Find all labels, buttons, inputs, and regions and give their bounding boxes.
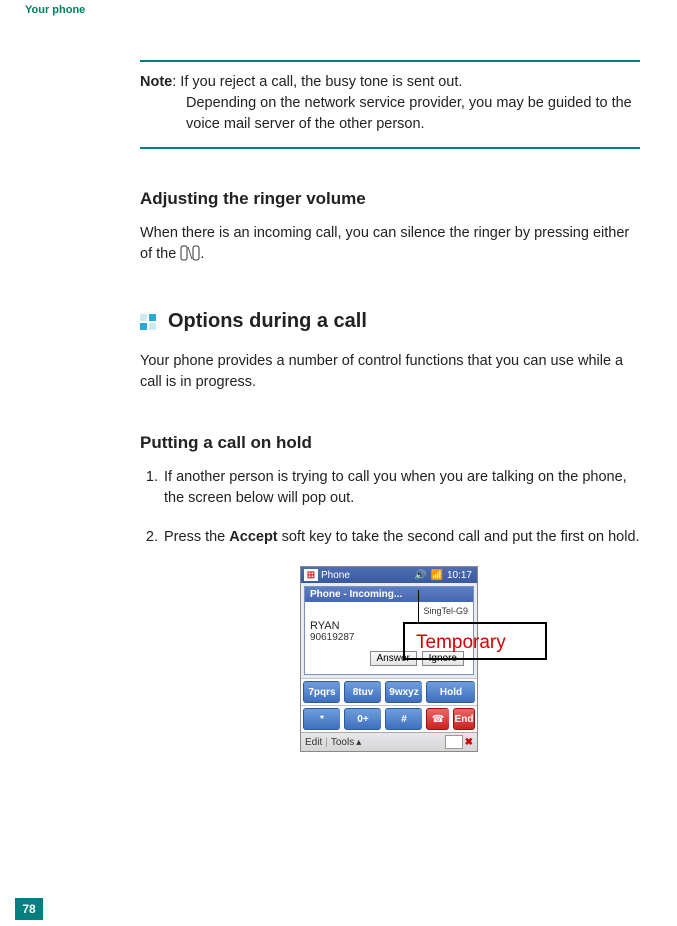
adjust-body-b: .: [200, 246, 204, 262]
note-label: Note: [140, 74, 172, 90]
menu-tools[interactable]: Tools: [331, 737, 354, 748]
step-1: If another person is trying to call you …: [162, 467, 640, 509]
heading-options: Options during a call: [168, 310, 367, 333]
options-body: Your phone provides a number of control …: [140, 351, 640, 393]
volume-keys-icon: [180, 245, 200, 268]
step-2: Press the Accept soft key to take the se…: [162, 527, 640, 548]
running-header: Your phone: [25, 4, 85, 16]
key-8[interactable]: 8tuv: [344, 681, 381, 703]
step2-a: Press the: [164, 529, 229, 545]
carrier-label: SingTel-G9: [310, 606, 468, 616]
key-hold[interactable]: Hold: [426, 681, 475, 703]
rule-top: [140, 60, 640, 62]
close-sip-icon[interactable]: ✖: [465, 737, 473, 748]
status-bar: ⊞ Phone 🔊 📶 10:17: [301, 567, 477, 583]
start-flag-icon: ⊞: [304, 569, 318, 581]
step2-accept: Accept: [229, 529, 277, 545]
key-end[interactable]: End: [453, 708, 475, 730]
callout-line: [418, 590, 419, 623]
key-hangup-icon[interactable]: ☎: [426, 708, 449, 730]
temporary-overlay-label: Temporary: [416, 632, 506, 654]
status-app-name: Phone: [321, 570, 350, 581]
adjust-body-a: When there is an incoming call, you can …: [140, 225, 629, 262]
keypad-row-2: * 0+ # ☎ End: [301, 705, 477, 732]
heading-hold: Putting a call on hold: [140, 433, 640, 453]
step2-b: soft key to take the second call and put…: [278, 529, 640, 545]
key-star[interactable]: *: [303, 708, 340, 730]
key-7[interactable]: 7pqrs: [303, 681, 340, 703]
page-number-tab: 78: [15, 898, 43, 920]
key-9[interactable]: 9wxyz: [385, 681, 422, 703]
menu-edit[interactable]: Edit: [305, 737, 322, 748]
adjust-body: When there is an incoming call, you can …: [140, 223, 640, 268]
keypad-row-1: 7pqrs 8tuv 9wxyz Hold: [301, 678, 477, 705]
bottom-bar: Edit | Tools ▴ ✖: [301, 732, 477, 751]
phone-screenshot-wrap: Temporary ⊞ Phone 🔊 📶 10:17 Phone - Inco…: [300, 566, 480, 752]
status-time: 10:17: [447, 570, 472, 581]
heading-adjust-volume: Adjusting the ringer volume: [140, 189, 640, 209]
rule-bottom: [140, 147, 640, 149]
section-squares-icon: [140, 314, 156, 330]
status-signal-icon: 📶: [431, 570, 443, 581]
menu-dropdown-icon[interactable]: ▴: [356, 737, 361, 748]
key-0[interactable]: 0+: [344, 708, 381, 730]
note-line2: Depending on the network service provide…: [186, 93, 640, 135]
note-block: Note: If you reject a call, the busy ton…: [140, 72, 640, 135]
main-content: Note: If you reject a call, the busy ton…: [140, 60, 640, 752]
status-sound-icon: 🔊: [414, 570, 426, 581]
heading-options-row: Options during a call: [140, 310, 640, 333]
note-line1: : If you reject a call, the busy tone is…: [172, 74, 462, 90]
sip-keyboard-icon[interactable]: [445, 735, 463, 749]
key-hash[interactable]: #: [385, 708, 422, 730]
steps-list: If another person is trying to call you …: [140, 467, 640, 548]
popup-title: Phone - Incoming...: [305, 587, 473, 602]
